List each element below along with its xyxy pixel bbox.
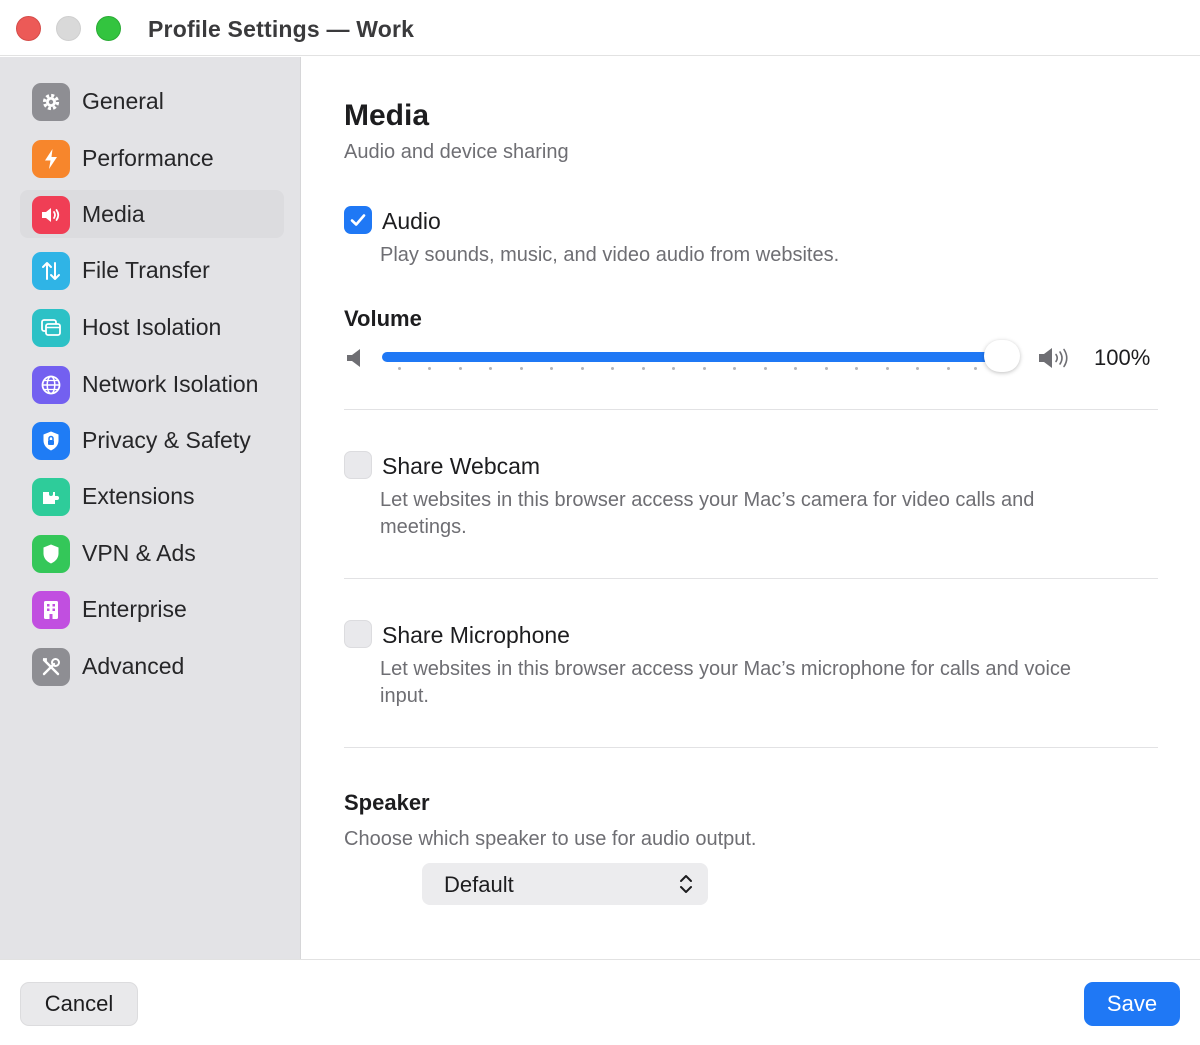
sidebar-item-label: Privacy & Safety (82, 427, 251, 453)
divider (344, 578, 1158, 579)
transfer-arrows-icon (32, 252, 70, 290)
speaker-low-icon (347, 349, 360, 367)
sidebar-item-label: File Transfer (82, 257, 210, 283)
puzzle-icon (32, 478, 70, 516)
sidebar-item-network-isolation[interactable]: Network Isolation (20, 360, 284, 408)
volume-slider-track[interactable] (382, 352, 1002, 362)
share-webcam-checkbox[interactable] (344, 451, 372, 479)
sidebar-item-label: General (82, 88, 164, 114)
globe-icon (32, 366, 70, 404)
windows-icon (32, 309, 70, 347)
zoom-window-button[interactable] (96, 16, 121, 41)
sidebar-item-label: Enterprise (82, 596, 187, 622)
sidebar-item-file-transfer[interactable]: File Transfer (20, 246, 284, 294)
share-microphone-label: Share Microphone (382, 622, 570, 648)
checkmark-icon (350, 214, 366, 226)
speaker-select[interactable]: Default (422, 863, 708, 905)
volume-title: Volume (344, 306, 422, 331)
bolt-icon (32, 140, 70, 178)
building-icon (32, 591, 70, 629)
footer-bar: Cancel Save (0, 959, 1200, 1045)
speaker-high-icon (1039, 348, 1068, 368)
sidebar-item-label: Advanced (82, 653, 185, 679)
sidebar-item-label: Host Isolation (82, 314, 222, 340)
sidebar-item-host-isolation[interactable]: Host Isolation (20, 303, 284, 351)
sidebar-item-media[interactable]: Media (20, 190, 284, 238)
shield-icon (32, 535, 70, 573)
volume-slider-ticks (398, 367, 978, 371)
sidebar: General Performance Media File Transfer (0, 57, 301, 959)
speaker-icon (32, 196, 70, 234)
share-microphone-checkbox[interactable] (344, 620, 372, 648)
divider (344, 409, 1158, 410)
sidebar-item-label: Performance (82, 145, 214, 171)
volume-value: 100% (1094, 345, 1151, 370)
speaker-description: Choose which speaker to use for audio ou… (344, 828, 757, 850)
sidebar-item-label: VPN & Ads (82, 540, 196, 566)
volume-slider-thumb[interactable] (984, 340, 1020, 372)
speaker-title: Speaker (344, 790, 430, 815)
gear-icon (32, 83, 70, 121)
speaker-select-value: Default (444, 872, 514, 897)
share-webcam-description: Let websites in this browser access your… (380, 489, 1035, 538)
tools-icon (32, 648, 70, 686)
share-microphone-description: Let websites in this browser access your… (380, 658, 1072, 707)
sidebar-item-extensions[interactable]: Extensions (20, 472, 284, 520)
close-window-button[interactable] (16, 16, 41, 41)
chevron-updown-icon (680, 875, 692, 893)
sidebar-item-enterprise[interactable]: Enterprise (20, 585, 284, 633)
sidebar-item-label: Extensions (82, 483, 195, 509)
audio-description: Play sounds, music, and video audio from… (380, 244, 840, 266)
main-content: Media Audio and device sharing Audio Pla… (302, 57, 1200, 959)
divider (344, 747, 1158, 748)
settings-window: Profile Settings — Work General Performa… (0, 0, 1200, 1045)
sidebar-item-advanced[interactable]: Advanced (20, 642, 284, 690)
cancel-button[interactable]: Cancel (20, 982, 138, 1026)
window-title: Profile Settings — Work (148, 16, 415, 42)
sidebar-item-general[interactable]: General (20, 77, 284, 125)
page-subtitle: Audio and device sharing (344, 141, 569, 163)
sidebar-item-label: Network Isolation (82, 371, 259, 397)
audio-checkbox[interactable] (344, 206, 372, 234)
share-webcam-label: Share Webcam (382, 453, 541, 479)
title-bar: Profile Settings — Work (0, 0, 1200, 56)
audio-label: Audio (382, 208, 441, 234)
page-title: Media (344, 99, 430, 132)
minimize-window-button[interactable] (56, 16, 81, 41)
sidebar-item-label: Media (82, 201, 145, 227)
sidebar-item-privacy-safety[interactable]: Privacy & Safety (20, 416, 284, 464)
sidebar-item-vpn-ads[interactable]: VPN & Ads (20, 529, 284, 577)
sidebar-item-performance[interactable]: Performance (20, 134, 284, 182)
save-button[interactable]: Save (1084, 982, 1180, 1026)
lock-shield-icon (32, 422, 70, 460)
